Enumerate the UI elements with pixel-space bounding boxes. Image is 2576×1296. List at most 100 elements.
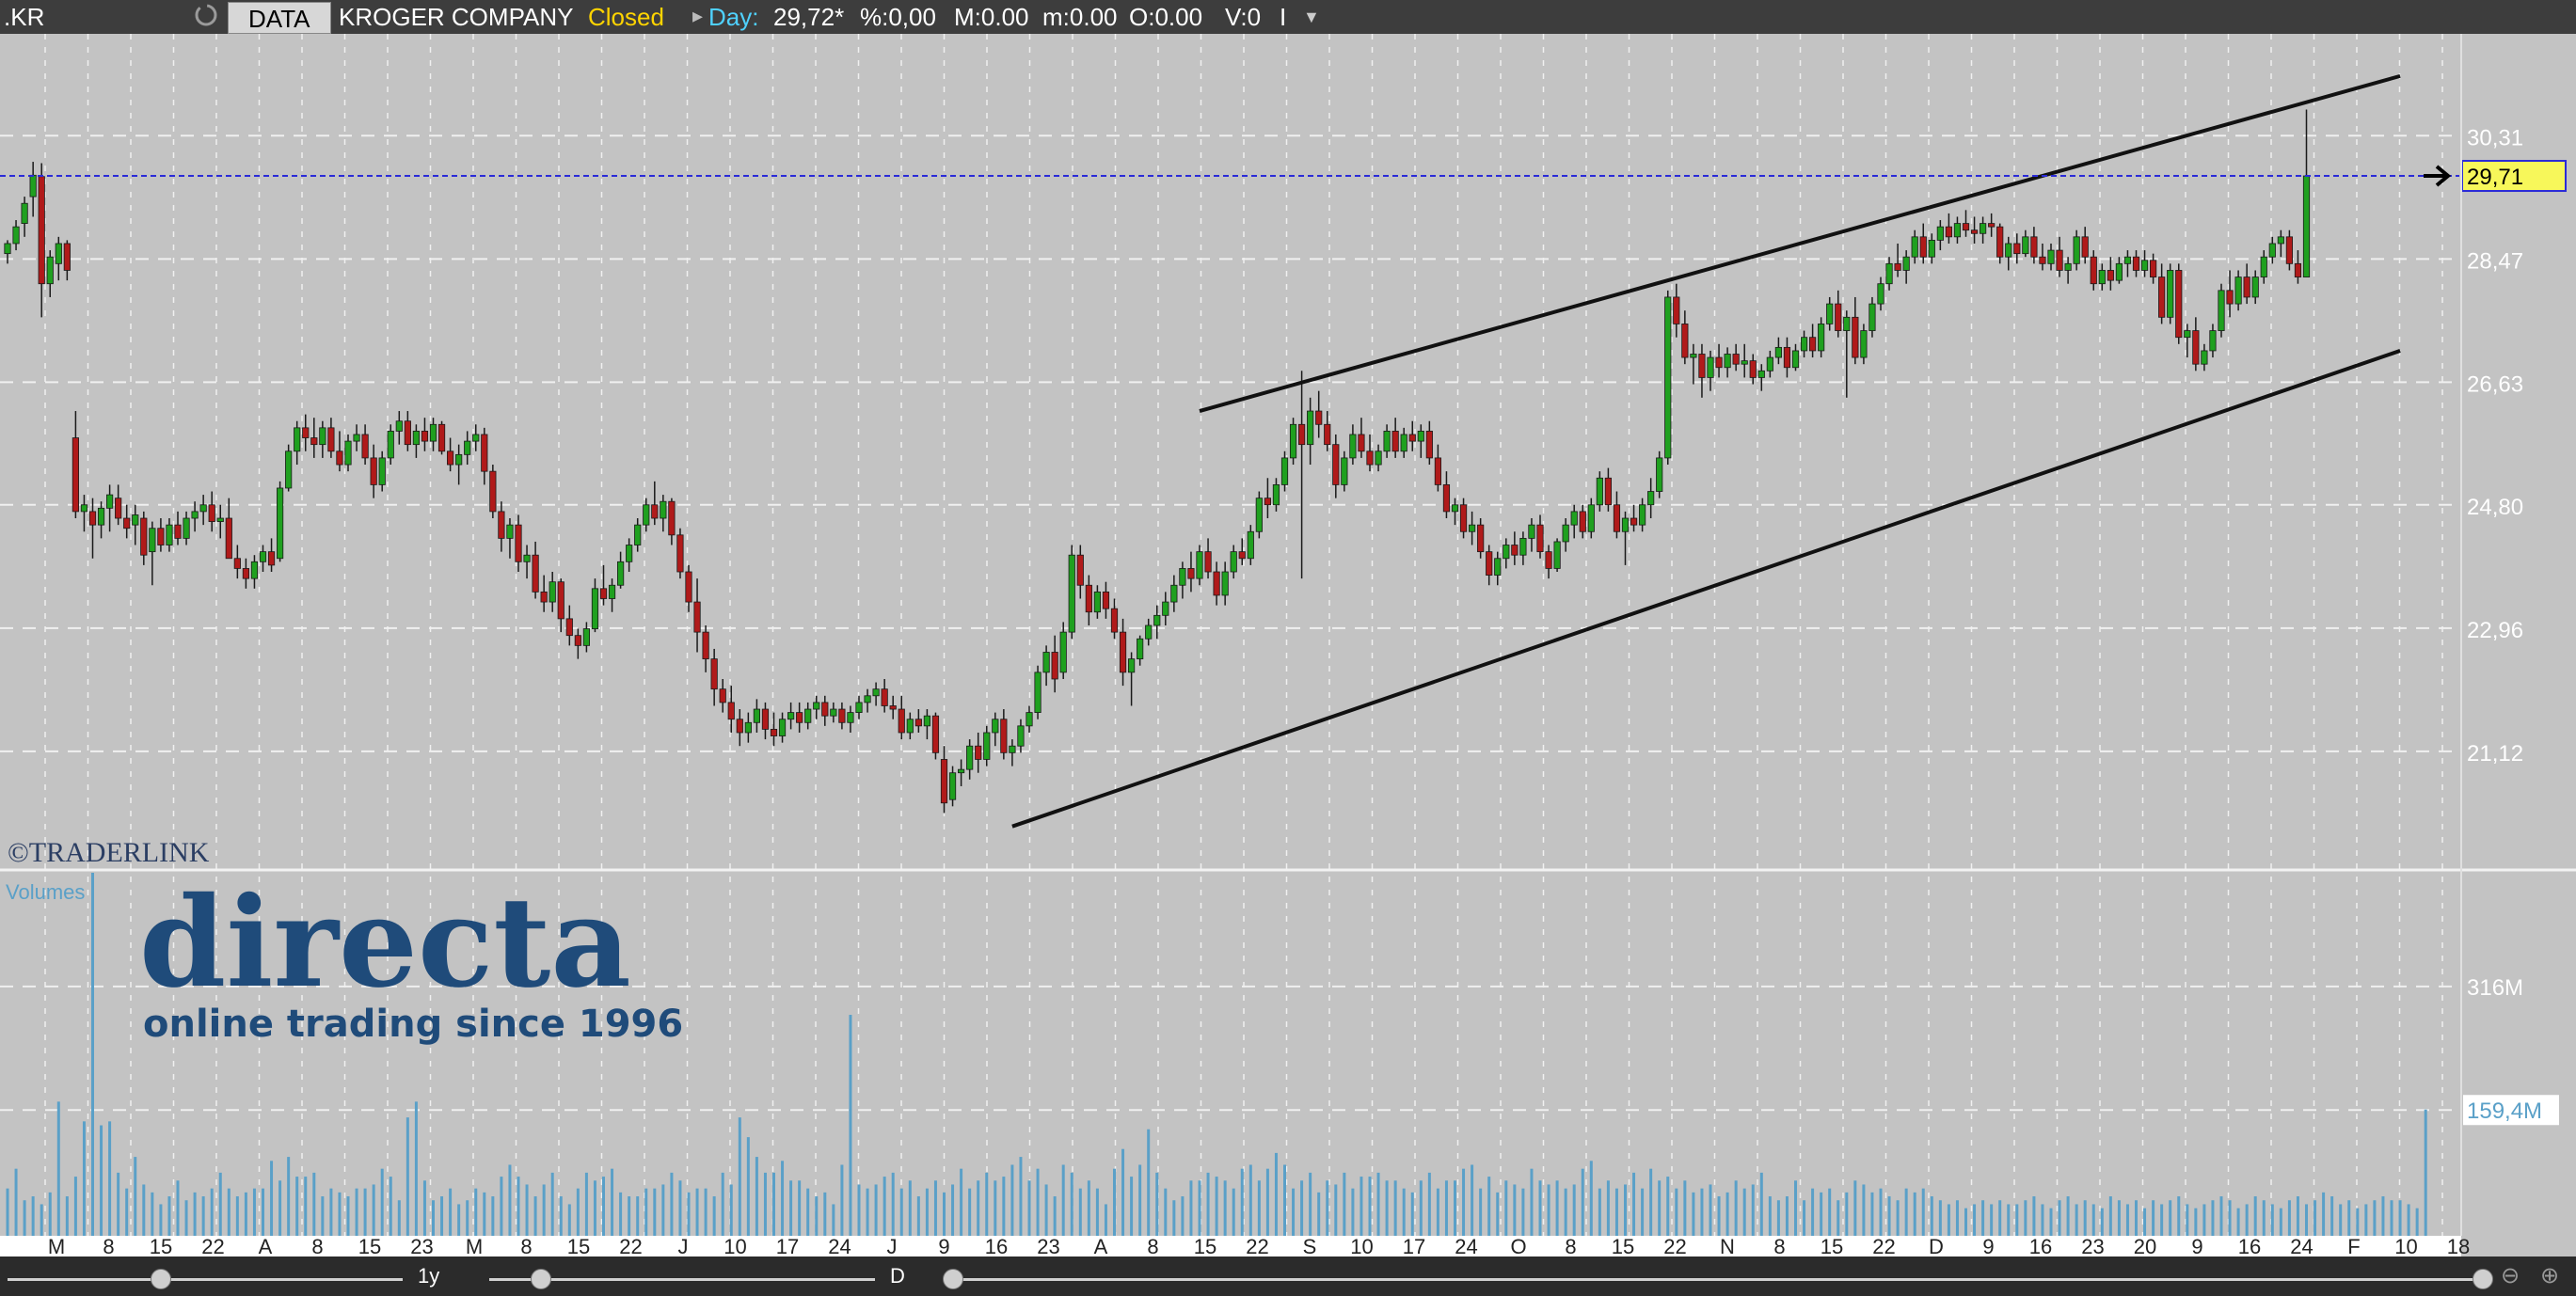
candle-body <box>378 457 386 485</box>
volume-bar <box>40 1204 43 1236</box>
candle-body <box>2013 243 2021 255</box>
volume-bar <box>1479 1188 1483 1236</box>
volume-bar <box>2253 1196 2257 1236</box>
volume-bar <box>405 1117 409 1236</box>
refresh-icon[interactable] <box>192 1 220 36</box>
day-label: Day: <box>708 3 759 31</box>
volume-bar <box>1248 1164 1252 1236</box>
date-tick-label: M <box>466 1235 483 1256</box>
volume-bar <box>584 1172 588 1236</box>
volume-bar <box>2169 1200 2172 1236</box>
volume-bar <box>1002 1177 1006 1236</box>
zoom-out-icon[interactable]: ⊖ <box>2501 1262 2520 1289</box>
candle-body <box>549 581 556 603</box>
candle-body <box>242 568 250 579</box>
candle-body <box>1511 545 1519 556</box>
candle-body <box>778 719 787 736</box>
expand-arrow-icon[interactable]: ▸ <box>692 4 703 28</box>
scroll-right-handle[interactable] <box>2473 1269 2493 1289</box>
zoom-slider-handle[interactable] <box>151 1269 171 1289</box>
candle-body <box>1979 223 1987 234</box>
volume-bar <box>159 1204 163 1236</box>
candle-body <box>191 511 199 519</box>
volume-bar <box>628 1196 631 1236</box>
candle-body <box>1247 530 1254 560</box>
date-tick-label: 8 <box>1773 1235 1785 1256</box>
interval-slider-handle[interactable] <box>531 1269 551 1289</box>
volume-bar <box>533 1196 537 1236</box>
date-tick-label: 16 <box>2029 1235 2052 1256</box>
candle-body <box>2073 236 2080 264</box>
volume-bar <box>2381 1196 2385 1236</box>
volume-bar <box>2398 1200 2402 1236</box>
candle-body <box>2064 262 2072 271</box>
candle-body <box>216 517 224 522</box>
zoom-slider-track[interactable] <box>8 1278 403 1281</box>
candle-body <box>1324 423 1331 446</box>
candle-body <box>1656 457 1663 492</box>
bottom-bar: 1y D ⊖ ⊕ <box>0 1256 2576 1296</box>
candle-body <box>404 420 411 446</box>
volume-bar <box>304 1177 308 1236</box>
date-tick-label: 10 <box>1350 1235 1373 1256</box>
zoom-in-icon[interactable]: ⊕ <box>2540 1262 2559 1289</box>
period-label[interactable]: 1y <box>418 1264 439 1288</box>
volume-bar <box>329 1188 333 1236</box>
candle-body <box>668 500 676 536</box>
volume-bar <box>1487 1177 1491 1236</box>
day-price: 29,72* <box>773 3 845 31</box>
date-tick-label: N <box>1720 1235 1735 1256</box>
candle-body <box>1852 316 1859 358</box>
candle-body <box>1408 434 1416 442</box>
volume-tick-label: 316M <box>2467 975 2523 1001</box>
candle-body <box>429 423 437 442</box>
candle-body <box>1757 370 1765 378</box>
candle-body <box>2184 330 2191 339</box>
candle <box>2167 263 2174 324</box>
candle-body <box>489 470 497 513</box>
candle-body <box>38 176 45 285</box>
candle-body <box>693 601 701 633</box>
candle-body <box>1800 337 1808 352</box>
volume-bar <box>1837 1200 1840 1236</box>
interval-label[interactable]: D <box>890 1264 905 1288</box>
scroll-track[interactable] <box>945 1278 2488 1281</box>
date-tick-label: 15 <box>1821 1235 1843 1256</box>
candle-body <box>1068 554 1075 633</box>
candle-body <box>259 551 267 562</box>
volume-bar <box>1658 1180 1662 1236</box>
volume-bar <box>1070 1172 1073 1236</box>
candle-body <box>1307 410 1314 446</box>
volume-tick-label: 159,4M <box>2467 1098 2542 1124</box>
volume-bar <box>789 1180 793 1236</box>
volume-bar <box>2373 1200 2377 1236</box>
volume-bar <box>1095 1188 1099 1236</box>
candle-body <box>736 719 743 734</box>
volume-bar <box>729 1184 733 1236</box>
candle <box>931 712 940 760</box>
volume-bar <box>550 1172 554 1236</box>
candle-body <box>2030 236 2038 258</box>
volume-bar <box>1368 1177 1372 1236</box>
volume-bar <box>270 1161 274 1236</box>
volume-bar <box>2125 1204 2129 1236</box>
candle-body <box>787 712 795 720</box>
candle-body <box>1417 431 1424 442</box>
candle-body <box>2226 290 2234 305</box>
candle-body <box>412 431 421 446</box>
candle-body <box>1902 256 1910 271</box>
volume-bar <box>1061 1164 1065 1236</box>
volume-bar <box>1265 1168 1269 1236</box>
volume-bar <box>1538 1180 1542 1236</box>
candle-body <box>1119 631 1127 673</box>
scroll-left-handle[interactable] <box>943 1269 963 1289</box>
volume-bar <box>491 1196 495 1236</box>
volume-bar <box>1896 1200 1900 1236</box>
candle-body <box>55 243 62 264</box>
candle-body <box>174 524 182 539</box>
price-chart[interactable]: 29,71 30,31 28,47 26,63 24,80 22,96 21,12 316… <box>0 34 2576 1256</box>
volume-bar <box>1164 1188 1168 1236</box>
dropdown-icon[interactable]: ▼ <box>1303 8 1320 27</box>
symbol-label[interactable]: .KR <box>4 3 44 32</box>
volume-bar <box>1206 1172 1210 1236</box>
